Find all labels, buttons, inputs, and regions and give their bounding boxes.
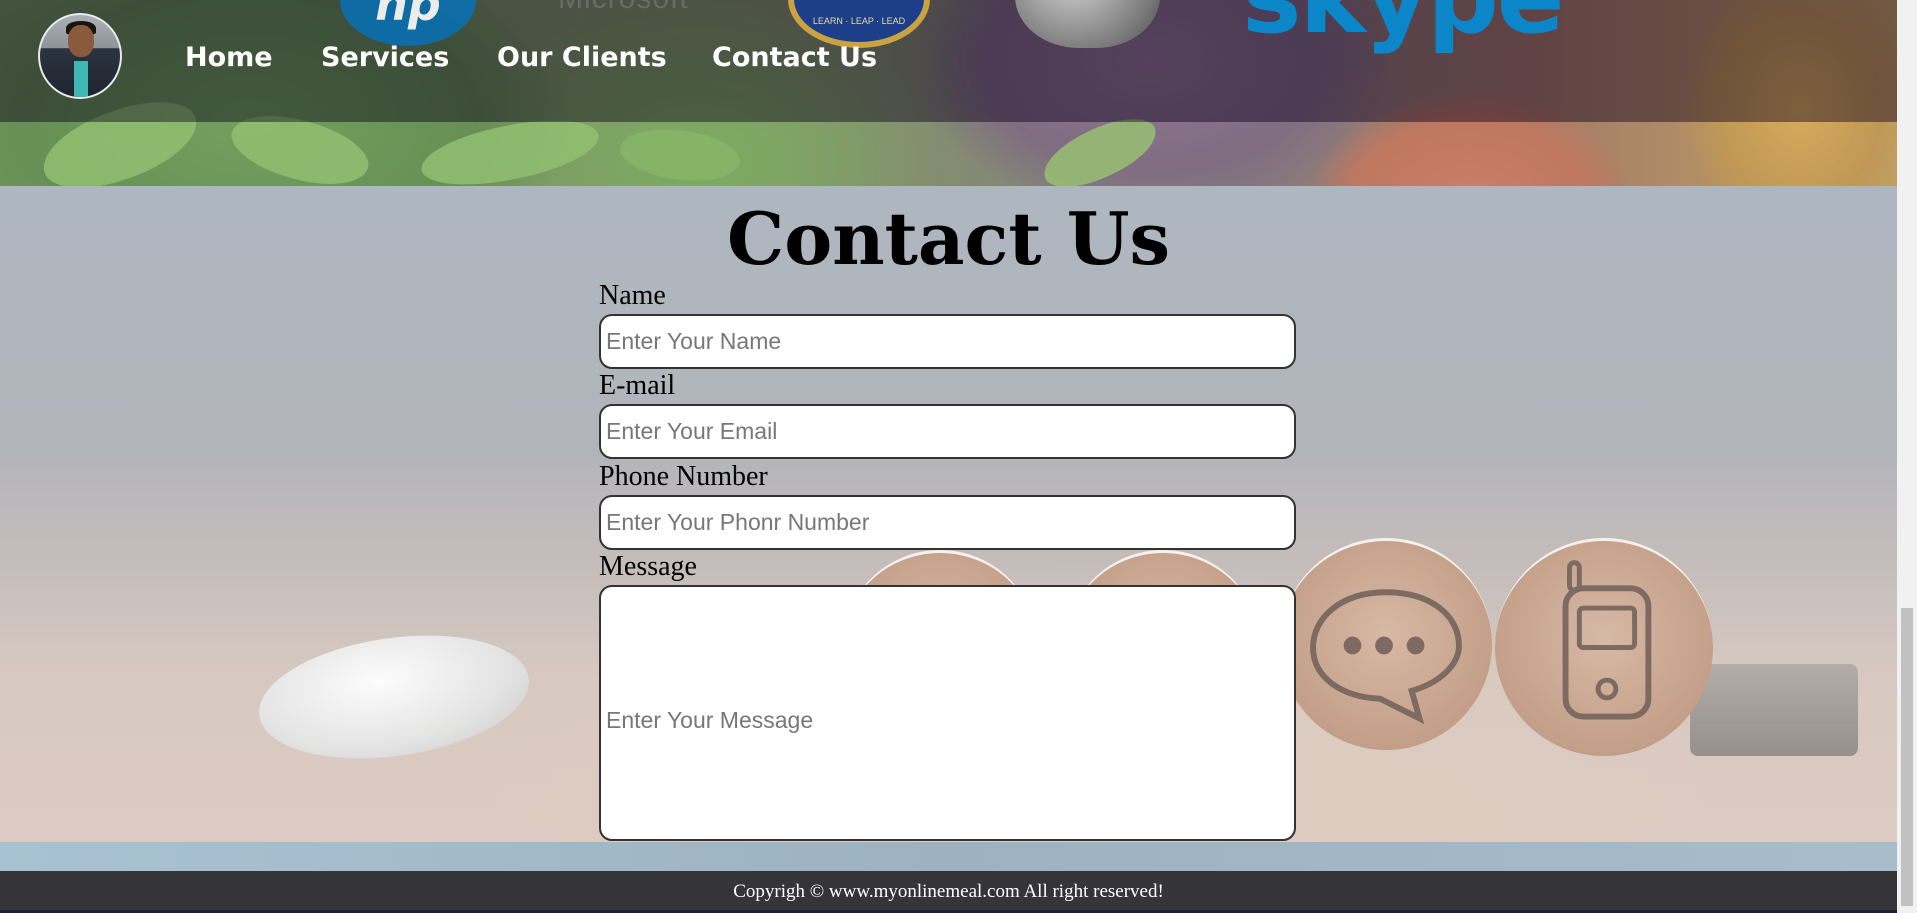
mouse-image xyxy=(251,619,537,775)
copyright-text: Copyrigh © www.myonlinemeal.com All righ… xyxy=(733,881,1164,902)
navbar: hp Microsoft LEARN · LEAP · LEAD skype H… xyxy=(0,0,1897,122)
footer: Copyrigh © www.myonlinemeal.com All righ… xyxy=(0,871,1897,913)
client-logos-strip: hp Microsoft LEARN · LEAP · LEAD skype xyxy=(0,0,1897,122)
seal-motto: LEARN · LEAP · LEAD xyxy=(812,16,906,26)
microsoft-logo: Microsoft xyxy=(558,0,689,16)
phone-image xyxy=(1690,664,1858,756)
scrollbar-thumb[interactable] xyxy=(1901,608,1913,906)
header-bottom-band xyxy=(0,122,1897,186)
phone-input[interactable] xyxy=(599,495,1296,550)
name-input[interactable] xyxy=(599,314,1296,369)
phone-disk xyxy=(1495,538,1713,756)
nav-contact-us[interactable]: Contact Us xyxy=(712,42,877,73)
name-label: Name xyxy=(599,280,666,311)
mobile-phone-icon xyxy=(1562,560,1652,720)
nav-home[interactable]: Home xyxy=(185,42,273,73)
email-input[interactable] xyxy=(599,404,1296,459)
page-scrollbar[interactable] xyxy=(1897,0,1917,913)
school-seal-logo: LEARN · LEAP · LEAD xyxy=(788,0,930,48)
page-title: Contact Us xyxy=(726,196,1171,281)
avatar[interactable] xyxy=(38,13,122,99)
email-label: E-mail xyxy=(599,370,676,401)
message-label: Message xyxy=(599,551,697,582)
skype-logo: skype xyxy=(1242,0,1565,48)
footer-top-band xyxy=(0,842,1897,871)
hp-logo: hp xyxy=(340,0,476,46)
chat-disk xyxy=(1280,538,1492,750)
nav-our-clients[interactable]: Our Clients xyxy=(497,42,667,73)
nav-services[interactable]: Services xyxy=(321,42,449,73)
phone-label: Phone Number xyxy=(599,461,768,492)
message-textarea[interactable] xyxy=(599,585,1296,841)
chat-bubble-icon xyxy=(1310,589,1462,725)
apple-logo xyxy=(1015,0,1160,48)
